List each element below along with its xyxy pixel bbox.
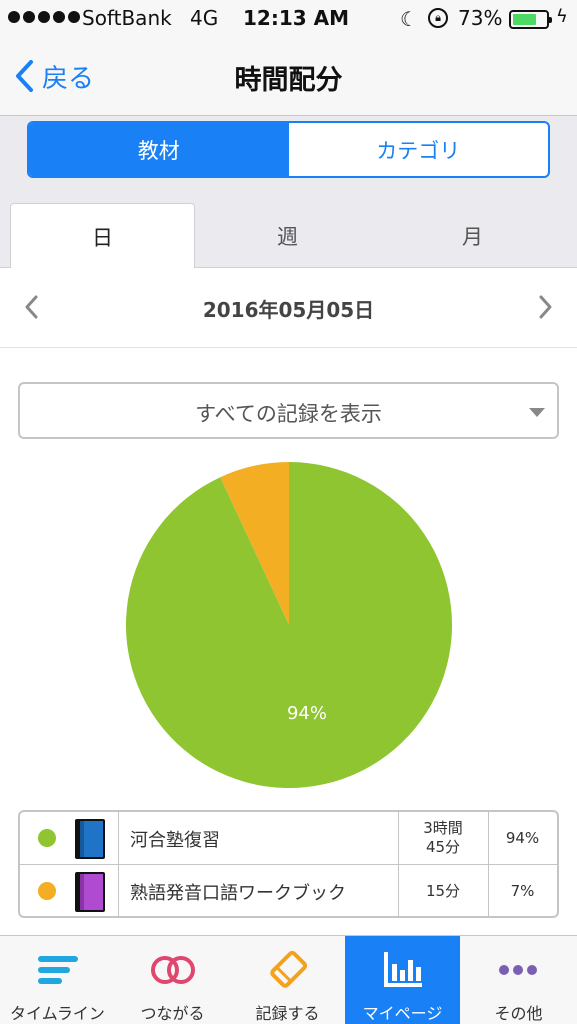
page-title: 時間配分 <box>234 65 343 96</box>
next-date-button[interactable] <box>533 292 557 322</box>
navigation-bar: 戻る 時間配分 <box>0 38 577 116</box>
more-icon <box>499 965 537 975</box>
material-name: 熟語発音口語ワークブック <box>130 883 346 904</box>
pencil-icon <box>270 950 308 988</box>
tab-day[interactable]: 日 <box>10 203 195 269</box>
orientation-lock-icon: 🔒︎ <box>428 8 448 28</box>
percentage: 7% <box>510 882 535 900</box>
book-icon <box>75 872 105 912</box>
charging-icon: ϟ <box>556 6 568 27</box>
pie-slice <box>126 462 453 788</box>
rings-icon <box>151 956 195 984</box>
status-bar: SoftBank 4G 12:13 AM ☾ 🔒︎ 73% ϟ <box>0 0 577 38</box>
caret-down-icon <box>529 408 545 417</box>
book-icon <box>75 819 105 859</box>
carrier-label: SoftBank <box>82 6 172 30</box>
segment-container: 教材 カテゴリ <box>0 116 577 200</box>
segment-category[interactable]: カテゴリ <box>289 123 549 176</box>
table-row[interactable]: 熟語発音口語ワークブック 15分 7% <box>20 864 557 916</box>
segmented-control: 教材 カテゴリ <box>27 121 550 178</box>
tab-bar: タイムライン つながる 記録する マイページ その他 <box>0 935 577 1024</box>
tab-timeline[interactable]: タイムライン <box>0 936 115 1024</box>
tab-more[interactable]: その他 <box>460 936 577 1024</box>
timeline-icon <box>38 956 78 984</box>
period-tabs: 日 週 月 <box>0 200 577 269</box>
tab-month[interactable]: 月 <box>380 203 565 269</box>
bar-chart-icon <box>384 952 422 987</box>
study-time: 15分 <box>425 881 461 900</box>
segment-material[interactable]: 教材 <box>29 123 289 176</box>
material-name: 河合塾復習 <box>130 830 220 851</box>
tab-connect[interactable]: つながる <box>115 936 230 1024</box>
table-row[interactable]: 河合塾復習 3時間 45分 94% <box>20 812 557 864</box>
network-label: 4G <box>190 6 219 30</box>
battery-percent: 73% <box>458 6 503 30</box>
clock: 12:13 AM <box>243 6 350 30</box>
series-color-dot <box>38 829 56 847</box>
percentage: 94% <box>505 829 540 847</box>
series-color-dot <box>38 882 56 900</box>
tab-record[interactable]: 記録する <box>230 936 345 1024</box>
battery-icon <box>509 10 552 29</box>
filter-selected-label: すべての記録を表示 <box>195 402 382 426</box>
current-date: 2016年05月05日 <box>202 298 375 322</box>
date-navigator: 2016年05月05日 <box>0 268 577 348</box>
signal-strength-icon <box>8 11 80 23</box>
legend-table: 河合塾復習 3時間 45分 94% 熟語発音口語ワークブック 15分 7% <box>18 810 559 918</box>
tab-week[interactable]: 週 <box>195 203 380 269</box>
tab-mypage[interactable]: マイページ <box>345 936 460 1024</box>
time-allocation-pie-chart: 94% <box>126 462 453 788</box>
do-not-disturb-icon: ☾ <box>400 7 418 31</box>
pie-data-label: 94% <box>287 703 327 724</box>
study-time: 3時間 45分 <box>423 819 463 856</box>
record-filter-select[interactable]: すべての記録を表示 <box>18 382 559 439</box>
